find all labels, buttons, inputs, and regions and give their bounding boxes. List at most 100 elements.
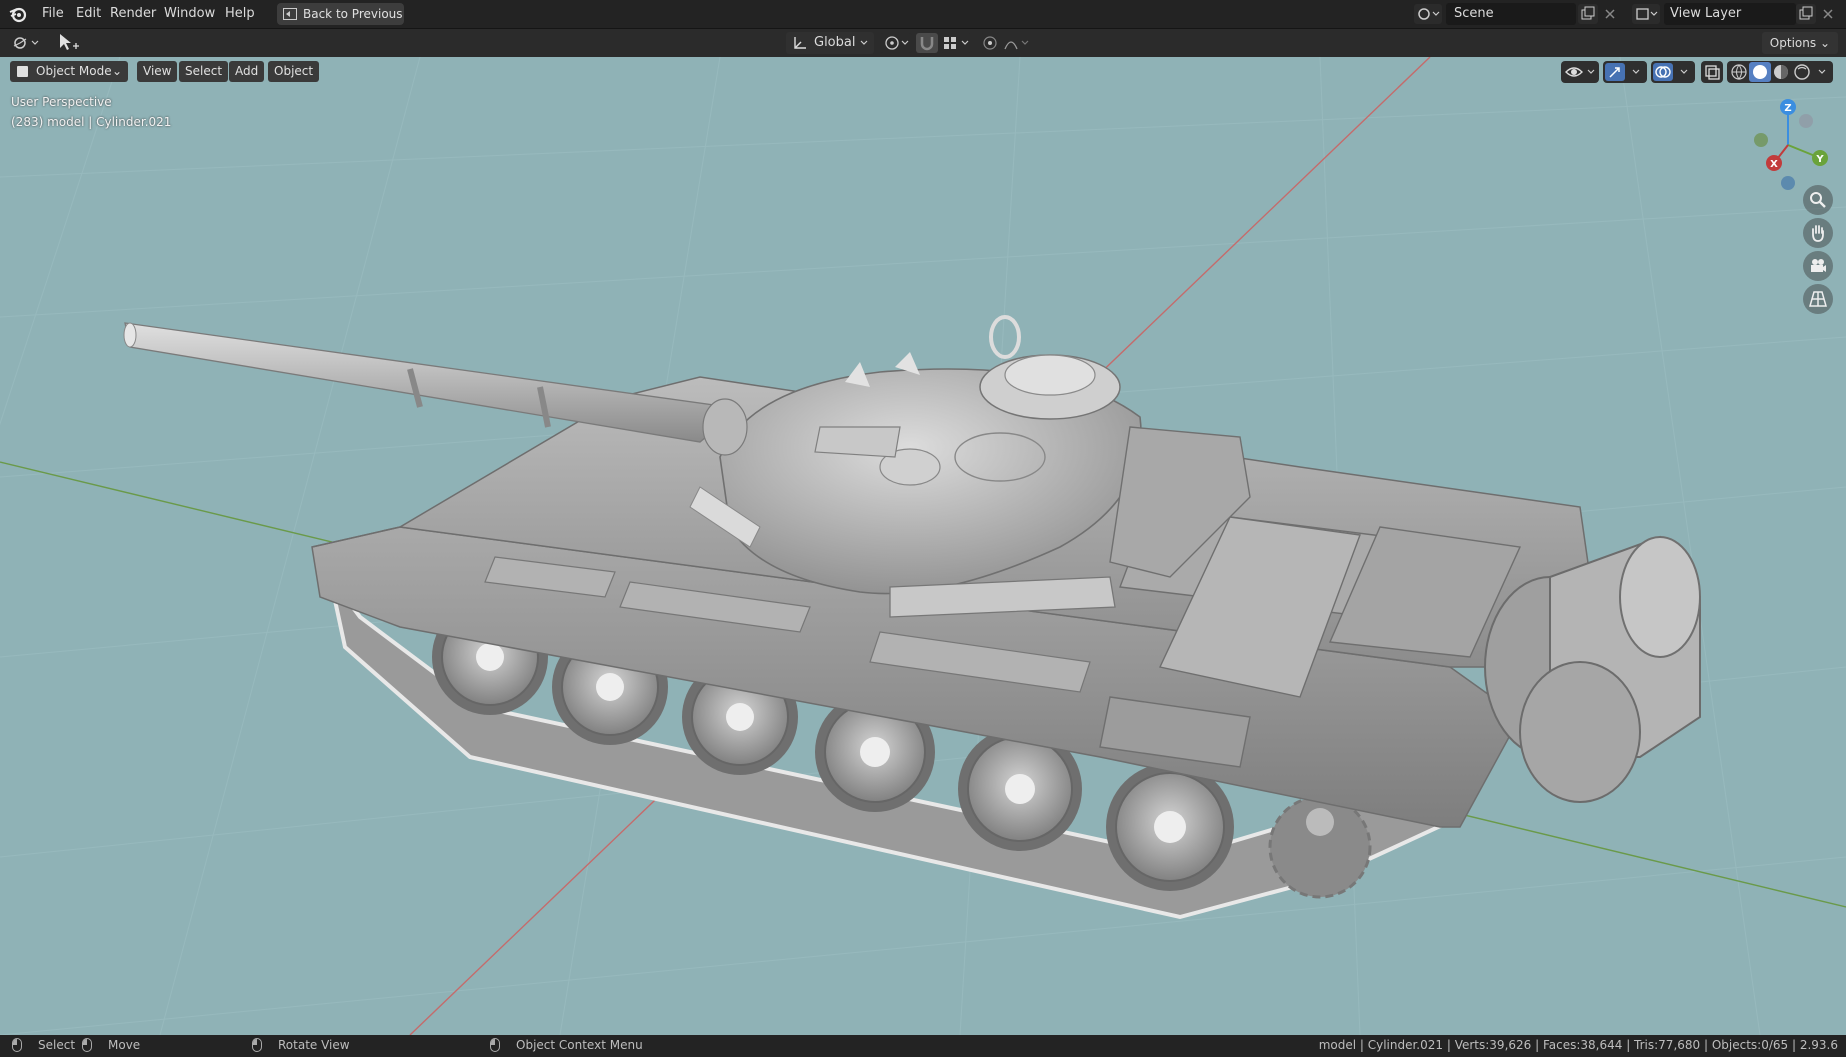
magnifier-icon: [1810, 192, 1826, 208]
gizmo-x-label: X: [1770, 159, 1778, 170]
editor-type-button[interactable]: [8, 33, 42, 53]
zoom-view-button[interactable]: [1803, 185, 1833, 215]
new-view-layer-button[interactable]: [1796, 4, 1816, 24]
status-hint-select: Select: [12, 1038, 75, 1052]
wireframe-shading-icon[interactable]: [1731, 64, 1747, 80]
scene-icon: [1418, 8, 1440, 20]
back-to-previous-label: Back to Previous: [303, 7, 403, 21]
chevron-down-icon: ⌄: [111, 64, 122, 78]
select-cursor-icon: [60, 34, 79, 50]
blender-logo-icon[interactable]: [8, 4, 28, 24]
options-label: Options: [1769, 36, 1817, 50]
grid-perspective-icon: [1809, 291, 1827, 307]
viewport-active-object-label: (283) model | Cylinder.021: [11, 115, 172, 129]
viewport-menu-object[interactable]: Object: [268, 61, 320, 82]
viewport-menu-add[interactable]: Add: [229, 61, 265, 82]
gizmo-z-label: Z: [1784, 103, 1791, 114]
shading-options-chevron-icon[interactable]: [1818, 69, 1826, 74]
proportional-edit-icon: [983, 36, 997, 50]
view-layer-icon: [1636, 8, 1658, 20]
chevron-down-icon: [860, 40, 868, 45]
pivot-point-dropdown[interactable]: [880, 33, 912, 53]
scene-browse-button[interactable]: [1414, 4, 1442, 24]
xray-icon: [1705, 65, 1720, 80]
xray-toggle[interactable]: [1701, 61, 1723, 83]
orientation-global-icon: [794, 37, 806, 49]
object-visibility-dropdown[interactable]: [1561, 61, 1599, 83]
pivot-point-icon: [885, 36, 909, 50]
gizmo-neg-x-icon[interactable]: [1799, 114, 1813, 128]
navigation-gizmo[interactable]: Z Y X: [1738, 95, 1838, 195]
menu-help[interactable]: Help: [221, 5, 259, 22]
material-shading-icon[interactable]: [1774, 65, 1788, 79]
object-mode-icon: [17, 66, 28, 77]
status-hint-move: Move: [82, 1038, 140, 1052]
active-tool-button[interactable]: [56, 32, 80, 52]
top-menu-bar: File Edit Render Window Help Back to Pre…: [0, 0, 1846, 29]
mouse-right-icon: [490, 1038, 500, 1052]
tank-model[interactable]: [123, 315, 1701, 920]
gizmo-y-label: Y: [1815, 154, 1824, 165]
menu-window[interactable]: Window: [160, 5, 219, 22]
object-mode-label: Object Mode: [36, 64, 112, 78]
menu-file[interactable]: File: [38, 5, 68, 22]
status-move-label: Move: [108, 1038, 141, 1052]
proportional-editing-toggle[interactable]: [980, 33, 1000, 53]
falloff-curve-icon: [1004, 40, 1029, 50]
status-select-label: Select: [38, 1038, 76, 1052]
pan-view-button[interactable]: [1803, 218, 1833, 248]
status-hint-rotate: Rotate View: [252, 1038, 350, 1052]
scene-name-field[interactable]: Scene: [1446, 3, 1576, 25]
back-to-previous-button[interactable]: Back to Previous: [277, 3, 404, 25]
close-icon: [1823, 9, 1833, 19]
status-context-menu-label: Object Context Menu: [516, 1038, 643, 1052]
view-layer-browse-button[interactable]: [1632, 4, 1660, 24]
status-rotate-label: Rotate View: [278, 1038, 350, 1052]
delete-scene-button[interactable]: [1600, 4, 1620, 24]
hand-icon: [1812, 225, 1824, 242]
screen-back-icon: [283, 8, 297, 20]
viewport-menu-select[interactable]: Select: [179, 61, 229, 82]
proportional-falloff-dropdown[interactable]: [1002, 33, 1034, 53]
scene-statistics: model | Cylinder.021 | Verts:39,626 | Fa…: [1318, 1038, 1838, 1052]
transform-orientation-label: Global: [814, 35, 856, 50]
gizmo-arrow-icon: [1605, 63, 1640, 81]
magnet-icon: [920, 37, 934, 51]
menu-edit[interactable]: Edit: [72, 5, 105, 22]
overlays-toggle[interactable]: [1651, 61, 1695, 83]
snap-target-dropdown[interactable]: [940, 33, 972, 53]
duplicate-icon: [1581, 6, 1595, 20]
new-scene-button[interactable]: [1578, 4, 1598, 24]
viewport-header: Object Mode ⌄ View Select Add Object: [0, 57, 1846, 85]
chevron-down-icon: ⌄: [1819, 36, 1830, 50]
rendered-shading-icon[interactable]: [1794, 64, 1810, 80]
editor-type-icon: [13, 37, 39, 49]
mouse-left-icon: [12, 1038, 22, 1052]
tool-header: Global Options ⌄: [0, 29, 1846, 57]
gizmo-neg-y-icon[interactable]: [1754, 133, 1768, 147]
transform-orientation-dropdown[interactable]: Global: [786, 32, 874, 54]
overlays-icon: [1653, 63, 1688, 81]
duplicate-icon: [1799, 6, 1813, 20]
close-icon: [1605, 9, 1615, 19]
shading-mode-group: [1727, 61, 1833, 83]
eye-icon: [1565, 67, 1595, 77]
viewport-menu-view[interactable]: View: [137, 61, 178, 82]
object-mode-dropdown[interactable]: Object Mode ⌄: [10, 61, 128, 82]
snap-increment-icon: [944, 37, 969, 49]
solid-shading-icon[interactable]: [1749, 62, 1771, 82]
menu-render[interactable]: Render: [106, 5, 160, 22]
perspective-toggle-button[interactable]: [1803, 284, 1833, 314]
viewport-scene[interactable]: [0, 57, 1846, 1035]
view-layer-name-field[interactable]: View Layer: [1664, 3, 1796, 25]
mouse-drag-icon: [82, 1038, 92, 1052]
camera-view-button[interactable]: [1803, 251, 1833, 281]
gizmo-neg-z-icon[interactable]: [1781, 176, 1795, 190]
gizmo-toggle[interactable]: [1603, 61, 1647, 83]
status-bar: Select Move Rotate View Object Context M…: [0, 1035, 1846, 1057]
3d-viewport[interactable]: Object Mode ⌄ View Select Add Object Use…: [0, 57, 1846, 1035]
snap-toggle[interactable]: [916, 33, 938, 53]
options-dropdown[interactable]: Options ⌄: [1761, 32, 1838, 54]
camera-icon: [1811, 259, 1826, 272]
delete-view-layer-button[interactable]: [1818, 4, 1838, 24]
